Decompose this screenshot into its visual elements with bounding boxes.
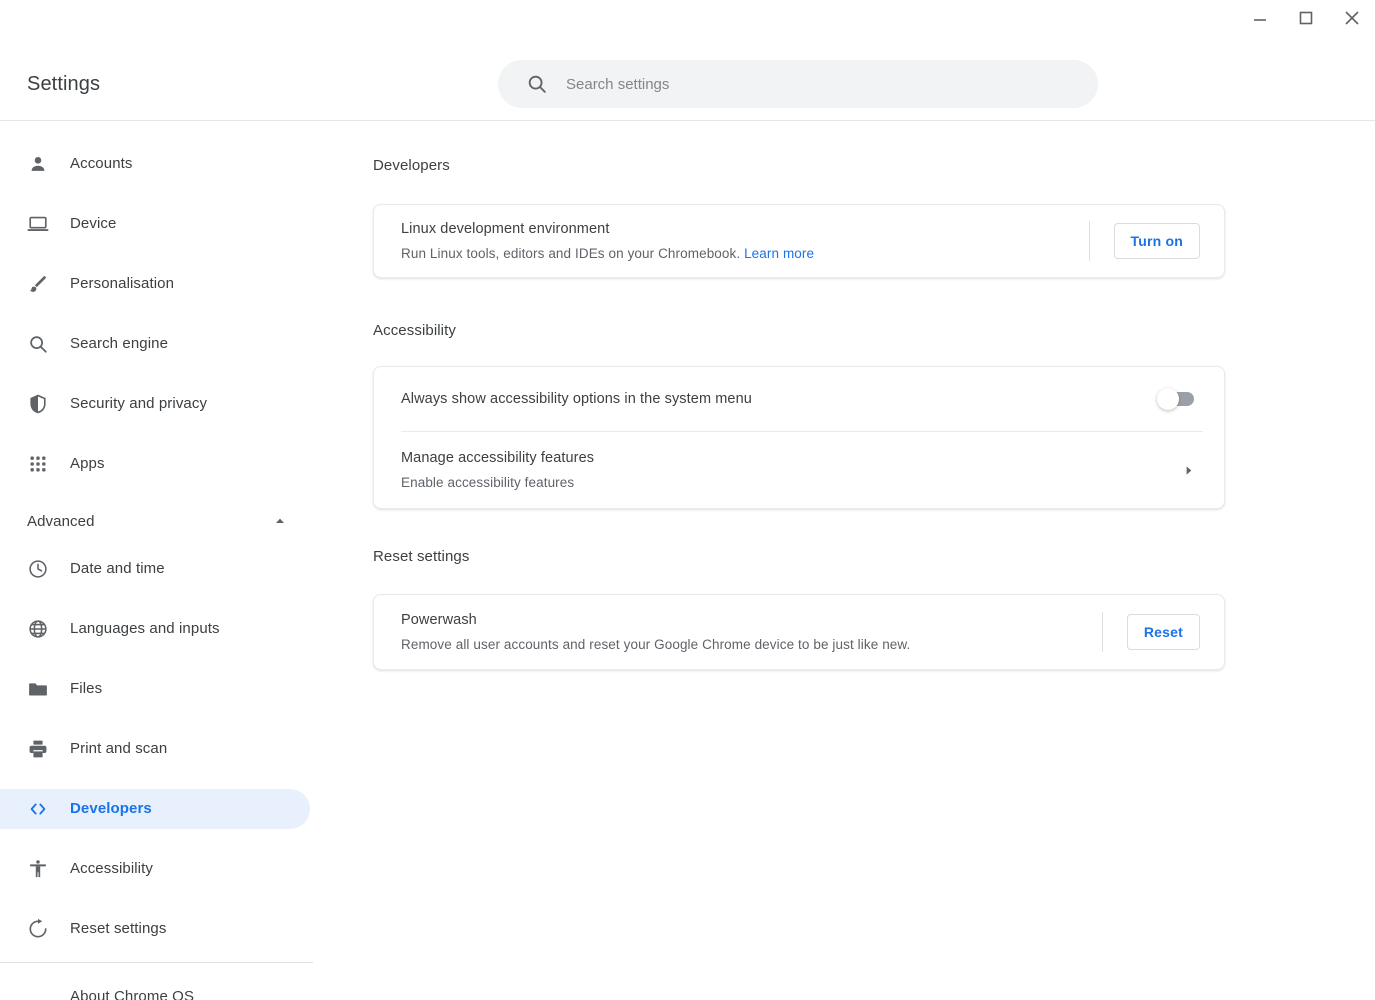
info-icon (26, 985, 50, 1000)
sidebar-advanced-toggle[interactable]: Advanced (0, 501, 310, 541)
sidebar-item-label: Files (70, 680, 103, 697)
search-icon (526, 73, 548, 95)
row-powerwash: Powerwash Remove all user accounts and r… (374, 595, 1224, 669)
learn-more-link[interactable]: Learn more (744, 246, 814, 261)
row-title: Manage accessibility features (401, 450, 595, 466)
sidebar-item-languages-and-inputs[interactable]: Languages and inputs (0, 609, 310, 649)
sidebar-item-about-chrome-os[interactable]: About Chrome OS (0, 977, 310, 1000)
row-title: Powerwash (401, 611, 477, 628)
reset-button[interactable]: Reset (1126, 614, 1200, 650)
arrow-right-icon[interactable] (1181, 463, 1196, 478)
row-subtitle-text: Run Linux tools, editors and IDEs on you… (401, 245, 745, 261)
row-text: Always show accessibility options in the… (401, 389, 1160, 410)
row-always-show-accessibility-options[interactable]: Always show accessibility options in the… (374, 367, 1224, 431)
card-developers: Linux development environment Run Linux … (373, 204, 1225, 278)
sidebar-item-label: Apps (70, 455, 105, 472)
minimize-button[interactable] (1237, 0, 1283, 36)
close-icon (1345, 11, 1359, 25)
window-controls (0, 0, 1375, 40)
search-input[interactable] (566, 75, 1098, 93)
section-title-developers: Developers (373, 157, 450, 174)
restore-icon (26, 917, 50, 941)
brush-icon (26, 272, 50, 296)
sidebar-item-label: Print and scan (70, 740, 168, 757)
section-title-accessibility: Accessibility (373, 322, 456, 339)
sidebar-item-label: Personalisation (70, 275, 175, 292)
sidebar-item-files[interactable]: Files (0, 669, 310, 709)
section-title-reset-settings: Reset settings (373, 548, 470, 565)
sidebar-item-reset-settings[interactable]: Reset settings (0, 909, 310, 949)
page-title: Settings (27, 73, 101, 95)
sidebar-item-date-and-time[interactable]: Date and time (0, 549, 310, 589)
sidebar-item-label: Developers (70, 800, 152, 817)
row-subtitle: Run Linux tools, editors and IDEs on you… (401, 244, 1089, 264)
row-text: Linux development environment Run Linux … (401, 219, 1089, 264)
row-divider (1101, 612, 1103, 652)
sidebar-item-accessibility[interactable]: Accessibility (0, 849, 310, 889)
person-icon (26, 152, 50, 176)
maximize-button[interactable] (1283, 0, 1329, 36)
sidebar-divider (0, 962, 313, 963)
row-text: Powerwash Remove all user accounts and r… (401, 610, 1102, 655)
shield-icon (26, 392, 50, 416)
row-subtitle: Remove all user accounts and reset your … (401, 636, 911, 652)
settings-window: Settings Search settings Accounts Device… (0, 0, 1375, 1000)
apps-grid-icon (26, 452, 50, 476)
sidebar-item-security-and-privacy[interactable]: Security and privacy (0, 384, 310, 424)
row-divider (1088, 221, 1090, 261)
accessibility-icon (26, 857, 50, 881)
close-button[interactable] (1329, 0, 1375, 36)
code-brackets-icon (26, 797, 50, 821)
sidebar-item-label: Reset settings (70, 920, 167, 937)
sidebar-item-accounts[interactable]: Accounts (0, 144, 310, 184)
sidebar-item-label: Search engine (70, 335, 169, 352)
sidebar-item-label: Languages and inputs (70, 620, 220, 637)
sidebar-item-print-and-scan[interactable]: Print and scan (0, 729, 310, 769)
clock-icon (26, 557, 50, 581)
sidebar-advanced-label: Advanced (27, 512, 95, 530)
printer-icon (26, 737, 50, 761)
sidebar-item-label: Security and privacy (70, 395, 208, 412)
sidebar-item-device[interactable]: Device (0, 204, 310, 244)
sidebar-item-label: Device (70, 215, 117, 232)
row-linux-development-environment: Linux development environment Run Linux … (374, 205, 1224, 277)
turn-on-button[interactable]: Turn on (1113, 223, 1200, 259)
row-manage-accessibility-features[interactable]: Manage accessibility features Enable acc… (374, 431, 1224, 510)
sidebar-item-apps[interactable]: Apps (0, 444, 310, 484)
globe-icon (26, 617, 50, 641)
sidebar-item-developers[interactable]: Developers (0, 789, 310, 829)
settings-content: Developers Linux development environment… (313, 121, 1375, 1000)
search-icon (26, 332, 50, 356)
sidebar-item-label: Date and time (70, 560, 165, 577)
laptop-icon (26, 212, 50, 236)
row-subtitle: Enable accessibility features (401, 475, 575, 490)
accessibility-options-toggle[interactable] (1157, 388, 1194, 410)
minimize-icon (1254, 19, 1266, 21)
search-box[interactable] (498, 60, 1098, 108)
toggle-knob (1157, 388, 1179, 410)
row-title: Always show accessibility options in the… (401, 390, 752, 407)
card-accessibility: Always show accessibility options in the… (373, 366, 1225, 509)
chevron-up-icon (272, 513, 288, 529)
card-reset-settings: Powerwash Remove all user accounts and r… (373, 594, 1225, 670)
folder-icon (26, 677, 50, 701)
row-text: Manage accessibility features Enable acc… (401, 448, 1181, 493)
sidebar-item-personalisation[interactable]: Personalisation (0, 264, 310, 304)
sidebar-item-label: Accounts (70, 155, 133, 172)
row-title: Linux development environment (401, 220, 610, 237)
sidebar-item-label: About Chrome OS (70, 988, 195, 1000)
maximize-icon (1299, 11, 1313, 25)
sidebar-item-label: Accessibility (70, 860, 153, 877)
sidebar-item-search-engine[interactable]: Search engine (0, 324, 310, 364)
sidebar-nav: Accounts Device Personalisation Search e… (0, 121, 313, 1000)
